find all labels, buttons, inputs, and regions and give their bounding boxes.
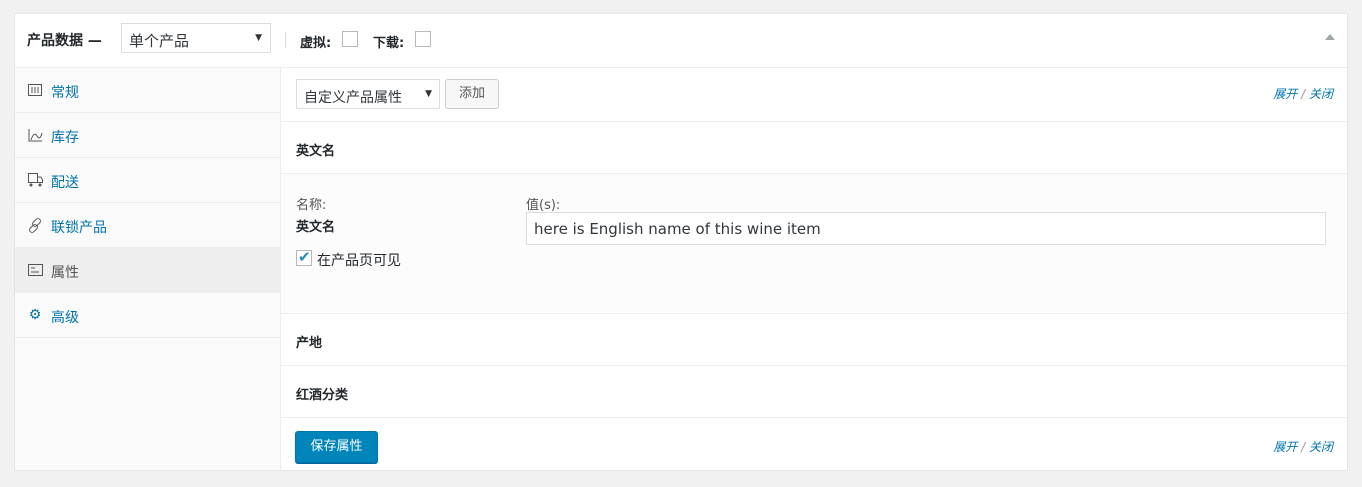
- dropdown-arrow-icon: ▼: [425, 89, 432, 99]
- tab-advanced[interactable]: ⚙ 高级: [15, 293, 280, 338]
- tab-linked-products[interactable]: 联锁产品: [15, 203, 280, 248]
- attributes-panel: 自定义产品属性 ▼ 添加 展开 / 关闭 英文名 名称: 英文名 ✔ 在产品页可…: [281, 68, 1347, 470]
- panel-header: 产品数据 — 单个产品 ▼ 虚拟: 下载:: [15, 14, 1347, 68]
- tab-general[interactable]: 常规: [15, 68, 280, 113]
- header-divider: [285, 32, 286, 48]
- general-icon: [27, 82, 43, 98]
- virtual-checkbox[interactable]: [342, 31, 358, 47]
- visible-on-product-page-checkbox[interactable]: ✔: [296, 248, 312, 266]
- download-checkbox[interactable]: [415, 31, 431, 47]
- expand-all-link[interactable]: 展开: [1273, 440, 1297, 454]
- tab-inventory[interactable]: 库存: [15, 113, 280, 158]
- name-label: 名称:: [296, 198, 327, 213]
- product-type-select[interactable]: 单个产品 ▼: [121, 23, 271, 53]
- attribute-details: 名称: 英文名 ✔ 在产品页可见 值(s): here is English n…: [281, 174, 1347, 314]
- attribute-title: 英文名: [296, 144, 336, 159]
- attributes-icon: [27, 262, 43, 278]
- attribute-row-header[interactable]: 产地: [281, 314, 1347, 366]
- link-separator: /: [1301, 87, 1306, 101]
- tab-shipping[interactable]: 配送: [15, 158, 280, 203]
- attribute-value-input[interactable]: here is English name of this wine item: [526, 212, 1326, 245]
- link-separator: /: [1301, 440, 1306, 454]
- attribute-taxonomy-select[interactable]: 自定义产品属性 ▼: [296, 79, 440, 109]
- product-data-panel: 产品数据 — 单个产品 ▼ 虚拟: 下载: 常规 库存 配送 联锁产品 属性 ⚙…: [14, 13, 1348, 471]
- attribute-row-header[interactable]: 红酒分类: [281, 366, 1347, 418]
- close-all-link[interactable]: 关闭: [1309, 440, 1333, 454]
- footer-expand-close-links: 展开 / 关闭: [1273, 438, 1333, 455]
- virtual-label: 虚拟:: [300, 36, 332, 51]
- panel-title: 产品数据 —: [27, 33, 102, 49]
- attribute-row-header[interactable]: 英文名: [281, 122, 1347, 174]
- tab-label: 属性: [51, 265, 79, 281]
- dropdown-arrow-icon: ▼: [255, 33, 262, 43]
- product-data-tabs: 常规 库存 配送 联锁产品 属性 ⚙ 高级: [15, 68, 281, 470]
- collapse-panel-icon[interactable]: [1325, 34, 1335, 40]
- attribute-title: 红酒分类: [296, 388, 349, 403]
- values-label: 值(s):: [526, 198, 561, 213]
- tab-label: 库存: [51, 130, 79, 146]
- attributes-toolbar: 自定义产品属性 ▼ 添加 展开 / 关闭: [281, 68, 1347, 122]
- linked-products-icon: [27, 217, 43, 233]
- add-attribute-button[interactable]: 添加: [445, 79, 499, 109]
- attribute-name-value: 英文名: [296, 220, 336, 235]
- attribute-title: 产地: [296, 336, 323, 351]
- tab-label: 常规: [51, 85, 79, 101]
- expand-close-links: 展开 / 关闭: [1273, 85, 1333, 102]
- tab-label: 配送: [51, 175, 79, 191]
- shipping-icon: [27, 172, 43, 188]
- advanced-gear-icon: ⚙: [28, 307, 42, 323]
- tab-label: 联锁产品: [51, 220, 107, 236]
- tab-label: 高级: [51, 310, 79, 326]
- close-all-link[interactable]: 关闭: [1309, 87, 1333, 101]
- visible-on-product-page-label: 在产品页可见: [317, 253, 401, 269]
- expand-all-link[interactable]: 展开: [1273, 87, 1297, 101]
- inventory-icon: [27, 127, 43, 143]
- product-type-value: 单个产品: [129, 32, 190, 50]
- attribute-select-value: 自定义产品属性: [304, 90, 402, 106]
- download-label: 下载:: [373, 36, 405, 51]
- checkmark-icon: ✔: [298, 248, 311, 266]
- save-attributes-button[interactable]: 保存属性: [295, 431, 378, 463]
- tab-attributes[interactable]: 属性: [15, 248, 280, 293]
